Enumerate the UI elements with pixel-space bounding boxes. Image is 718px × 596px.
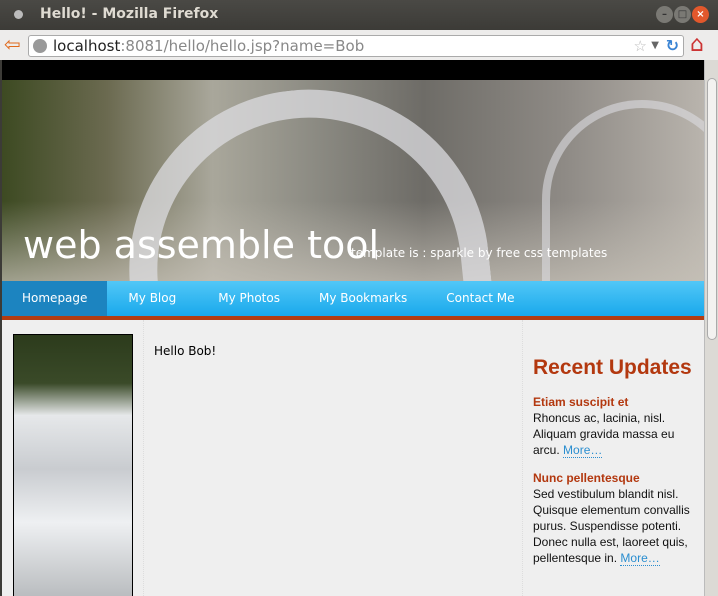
top-bar xyxy=(2,60,704,80)
back-arrow-icon[interactable]: ⇦ xyxy=(4,34,21,54)
site-logo[interactable]: web assemble tool xyxy=(23,223,379,267)
app-icon xyxy=(14,10,23,19)
site-header: web assemble tool template is : sparkle … xyxy=(2,80,704,281)
reload-icon[interactable]: ↻ xyxy=(666,36,679,56)
update-item: Sed vestibulum blandit nisl. Quisque ele… xyxy=(533,486,699,566)
menu-item-my-photos[interactable]: My Photos xyxy=(196,281,299,316)
sidebar: Recent Updates Etiam suscipit et Rhoncus… xyxy=(533,356,699,578)
update-text: Rhoncus ac, lacinia, nisl. Aliquam gravi… xyxy=(533,411,675,457)
dropdown-arrow-icon[interactable]: ▼ xyxy=(651,36,659,56)
navigation-toolbar: ⇦ localhost:8081/hello/hello.jsp?name=Bo… xyxy=(0,30,718,60)
waterfall-image xyxy=(13,334,133,596)
vertical-scrollbar[interactable] xyxy=(704,60,718,596)
bookmark-star-icon[interactable]: ☆ xyxy=(634,36,647,56)
menu-item-my-blog[interactable]: My Blog xyxy=(107,281,196,316)
menu-item-my-bookmarks[interactable]: My Bookmarks xyxy=(299,281,427,316)
greeting-text: Hello Bob! xyxy=(154,344,217,358)
url-path: :8081/hello/hello.jsp?name=Bob xyxy=(120,37,365,55)
site-slogan: template is : sparkle by free css templa… xyxy=(351,246,608,260)
scrollbar-thumb[interactable] xyxy=(707,78,717,340)
update-item: Rhoncus ac, lacinia, nisl. Aliquam gravi… xyxy=(533,410,699,458)
window-titlebar: Hello! - Mozilla Firefox – □ × xyxy=(0,0,718,30)
main-content: Hello Bob! xyxy=(143,320,523,596)
page-viewport: web assemble tool template is : sparkle … xyxy=(2,60,704,596)
minimize-icon[interactable]: – xyxy=(656,6,673,23)
globe-icon xyxy=(33,39,47,53)
menu-item-homepage[interactable]: Homepage xyxy=(2,281,108,316)
update-title: Nunc pellentesque xyxy=(533,471,640,485)
update-title: Etiam suscipit et xyxy=(533,395,629,409)
home-icon[interactable]: ⌂ xyxy=(690,33,704,57)
more-link[interactable]: More… xyxy=(620,551,660,566)
content-area: Hello Bob! Recent Updates Etiam suscipit… xyxy=(2,320,704,596)
maximize-icon[interactable]: □ xyxy=(674,6,691,23)
window-title: Hello! - Mozilla Firefox xyxy=(40,6,219,22)
update-text: Sed vestibulum blandit nisl. Quisque ele… xyxy=(533,487,690,565)
more-link[interactable]: More… xyxy=(563,443,603,458)
main-menu: Homepage My Blog My Photos My Bookmarks … xyxy=(2,281,704,320)
url-bar[interactable]: localhost:8081/hello/hello.jsp?name=Bob … xyxy=(28,35,684,57)
sidebar-title: Recent Updates xyxy=(533,356,692,379)
url-host: localhost xyxy=(53,37,121,55)
close-icon[interactable]: × xyxy=(692,6,709,23)
menu-item-contact-me[interactable]: Contact Me xyxy=(427,281,534,316)
